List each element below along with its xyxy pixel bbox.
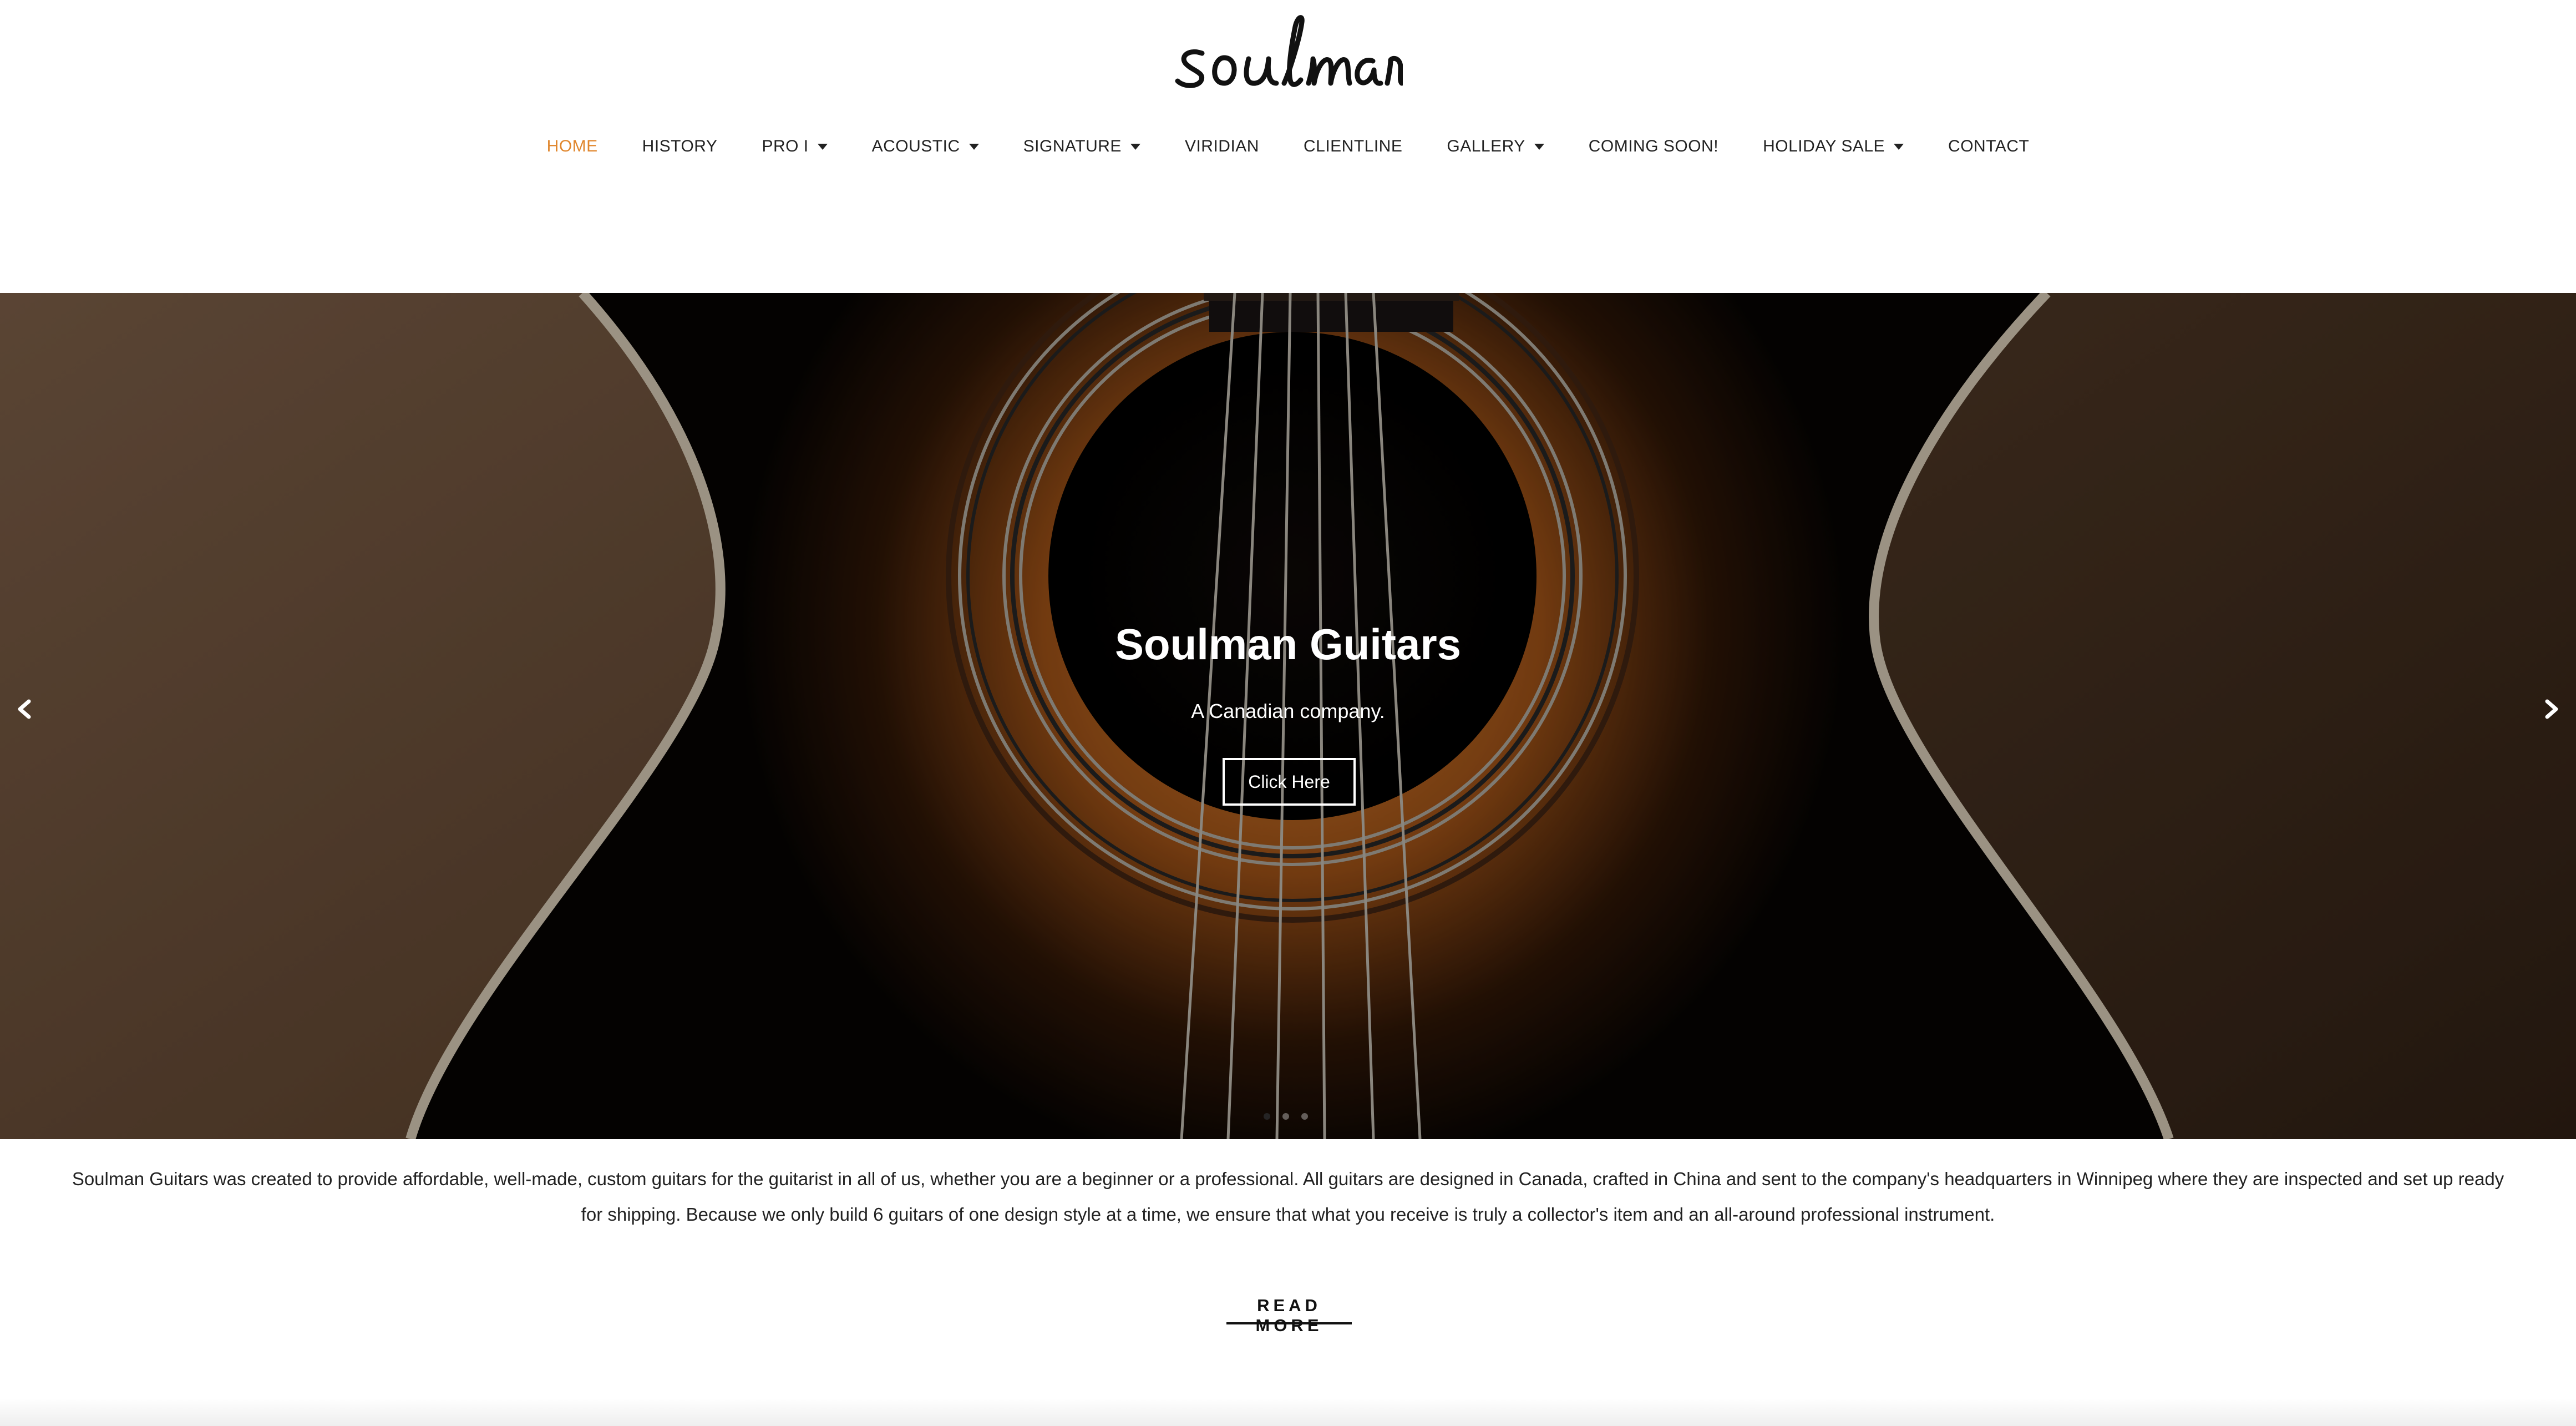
soulman-logo-script — [1175, 15, 1403, 88]
nav-item-label: HOLIDAY SALE — [1763, 137, 1885, 155]
nav-item-pro-i[interactable]: PRO I — [739, 137, 849, 156]
slider-dot[interactable] — [1301, 1113, 1308, 1120]
hero-title: Soulman Guitars — [1114, 620, 1462, 669]
hero-subtitle: A Canadian company. — [1191, 700, 1385, 722]
nav-item-acoustic[interactable]: ACOUSTIC — [850, 137, 1001, 156]
nav-item-viridian[interactable]: VIRIDIAN — [1163, 137, 1281, 156]
nav-item-contact[interactable]: CONTACT — [1926, 137, 2051, 156]
nav-item-label: PRO I — [762, 137, 809, 155]
hero-slider: Soulman Guitars A Canadian company. Clic… — [0, 293, 2576, 1139]
nav-item-label: CONTACT — [1948, 137, 2030, 155]
slider-prev-button[interactable] — [8, 692, 41, 726]
chevron-right-icon — [2545, 699, 2558, 719]
nav-item-label: HOME — [546, 137, 598, 155]
nav-item-label: VIRIDIAN — [1184, 137, 1259, 155]
read-more-label: READ MORE — [1255, 1296, 1323, 1335]
intro-paragraph: Soulman Guitars was created to provide a… — [72, 1169, 2504, 1225]
nav-item-clientline[interactable]: CLIENTLINE — [1281, 137, 1424, 156]
nav-item-label: CLIENTLINE — [1303, 137, 1403, 155]
slider-next-button[interactable] — [2535, 692, 2568, 726]
nav-item-label: SIGNATURE — [1023, 137, 1122, 155]
nav-item-label: GALLERY — [1447, 137, 1525, 155]
nav-item-signature[interactable]: SIGNATURE — [1001, 137, 1163, 156]
nav-item-label: COMING SOON! — [1588, 137, 1719, 155]
caret-down-icon — [1534, 143, 1544, 150]
section-divider — [0, 1398, 2576, 1426]
soulman-logo[interactable]: soulman — [1173, 10, 1403, 93]
site-header: soulman HOME HIS — [0, 0, 2576, 293]
nav-item-holiday-sale[interactable]: HOLIDAY SALE — [1741, 137, 1926, 156]
caret-down-icon — [1130, 143, 1140, 150]
caret-down-icon — [968, 143, 979, 150]
slider-dot[interactable] — [1282, 1113, 1289, 1120]
hero-cta-label: Click Here — [1248, 771, 1330, 792]
read-more-link[interactable]: READ MORE — [1226, 1296, 1352, 1335]
nav-item-label: ACOUSTIC — [871, 137, 960, 155]
caret-down-icon — [1894, 143, 1904, 150]
hero-cta-button[interactable]: Click Here — [1223, 758, 1356, 806]
nav-item-gallery[interactable]: GALLERY — [1424, 137, 1566, 156]
caret-down-icon — [817, 143, 828, 150]
slider-dot[interactable] — [1264, 1113, 1270, 1120]
slider-dots — [1264, 1113, 1308, 1120]
nav-item-coming-soon[interactable]: COMING SOON! — [1566, 137, 1741, 156]
chevron-left-icon — [18, 699, 31, 719]
main-nav: HOME HISTORY PRO I ACOUSTIC SIGNATURE VI… — [0, 130, 2576, 163]
nav-item-history[interactable]: HISTORY — [620, 137, 740, 156]
nav-item-home[interactable]: HOME — [525, 137, 620, 156]
nav-item-label: HISTORY — [642, 137, 718, 155]
